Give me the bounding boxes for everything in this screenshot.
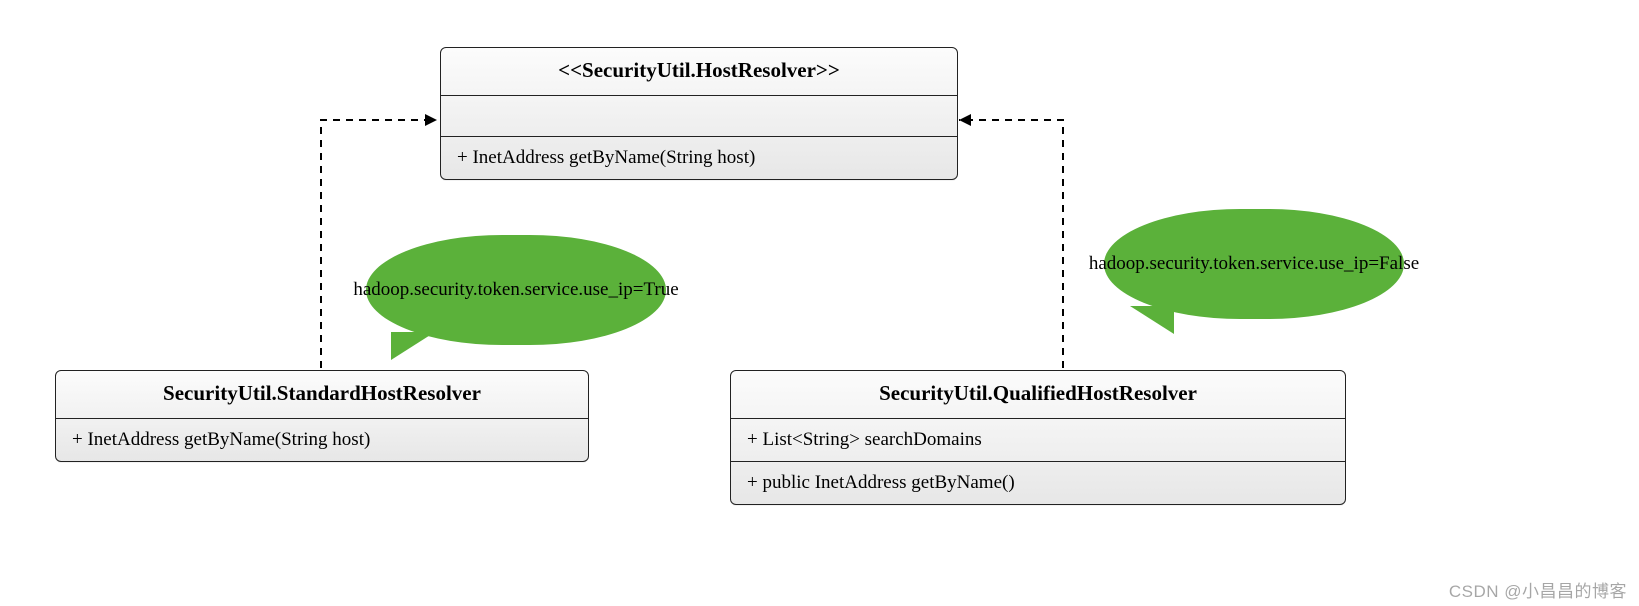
qualified-resolver-box: SecurityUtil.QualifiedHostResolver + Lis…	[730, 370, 1346, 505]
qualified-resolver-method: + public InetAddress getByName()	[731, 461, 1345, 504]
standard-resolver-method: + InetAddress getByName(String host)	[56, 419, 588, 461]
watermark: CSDN @小昌昌的博客	[1449, 577, 1627, 602]
interface-box: <<SecurityUtil.HostResolver>> + InetAddr…	[440, 47, 958, 180]
note-right-bubble: hadoop.security.token.service.use_ip=Fal…	[1104, 209, 1404, 319]
standard-resolver-title: SecurityUtil.StandardHostResolver	[56, 371, 588, 419]
qualified-resolver-title: SecurityUtil.QualifiedHostResolver	[731, 371, 1345, 419]
note-left-tail	[391, 332, 435, 360]
realization-qualified	[959, 120, 1063, 368]
note-right-tail	[1130, 306, 1174, 334]
interface-title: <<SecurityUtil.HostResolver>>	[441, 48, 957, 96]
interface-method: + InetAddress getByName(String host)	[441, 137, 957, 179]
note-left-bubble: hadoop.security.token.service.use_ip=Tru…	[366, 235, 666, 345]
note-right-text: hadoop.security.token.service.use_ip=Fal…	[1089, 251, 1419, 277]
interface-attributes-empty	[441, 96, 957, 137]
standard-resolver-box: SecurityUtil.StandardHostResolver + Inet…	[55, 370, 589, 462]
qualified-resolver-field: + List<String> searchDomains	[731, 419, 1345, 461]
note-left-text: hadoop.security.token.service.use_ip=Tru…	[353, 277, 678, 303]
